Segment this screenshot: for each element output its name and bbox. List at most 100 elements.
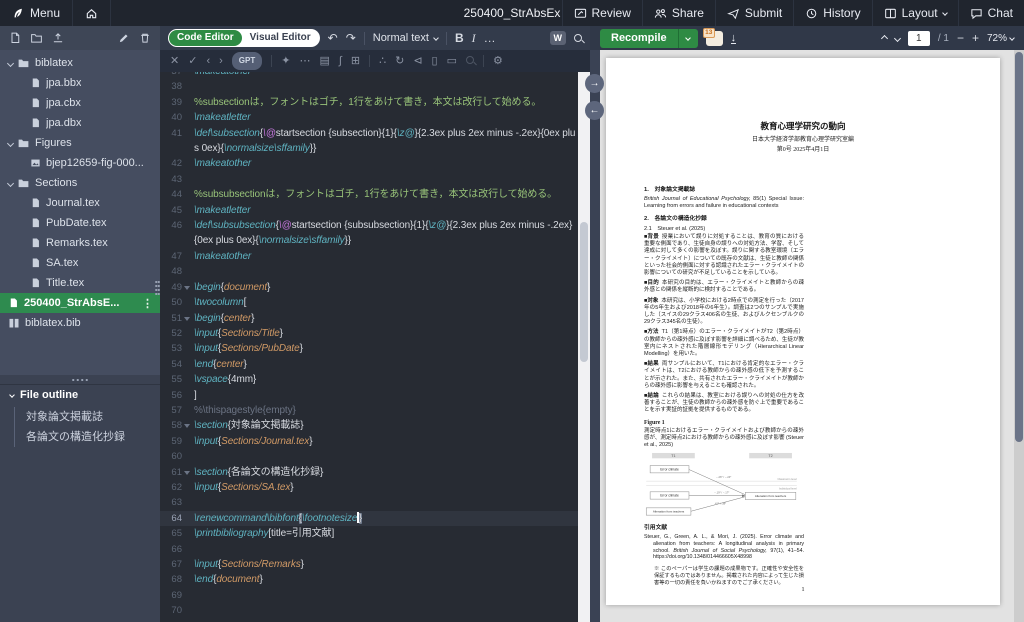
molecule-icon[interactable]: ∴ bbox=[379, 55, 386, 67]
tree-file[interactable]: jpa.bbx bbox=[0, 73, 160, 93]
zoom-out-button[interactable]: − bbox=[957, 32, 964, 44]
history-button[interactable]: History bbox=[793, 0, 871, 26]
code-line[interactable]: 62 \input{Sections/SA.tex} bbox=[160, 480, 578, 495]
code-line[interactable]: 59 \input{Sections/Journal.tex} bbox=[160, 434, 578, 449]
next-suggestion-icon[interactable]: › bbox=[219, 55, 223, 67]
more-tools-button[interactable]: … bbox=[484, 32, 496, 44]
code-line[interactable]: 48 bbox=[160, 264, 578, 279]
editor-scrollbar[interactable] bbox=[578, 72, 590, 622]
tree-file[interactable]: PubDate.tex bbox=[0, 213, 160, 233]
next-page-icon[interactable] bbox=[893, 34, 901, 42]
code-line[interactable]: 44 %subsubsectionは，フォントはゴチ，1行をあけて書き，本文は改行… bbox=[160, 187, 578, 202]
delete-trash-icon[interactable] bbox=[139, 32, 151, 44]
new-file-icon[interactable] bbox=[9, 32, 21, 44]
writefull-icon[interactable]: W bbox=[549, 31, 566, 45]
submit-button[interactable]: Submit bbox=[714, 0, 793, 26]
bold-button[interactable]: B bbox=[455, 32, 464, 44]
tree-file[interactable]: bjep12659-fig-000... bbox=[0, 153, 160, 173]
settings-gear-icon[interactable]: ⚙ bbox=[493, 55, 503, 67]
tree-file[interactable]: jpa.dbx bbox=[0, 113, 160, 133]
gpt-badge[interactable]: GPT bbox=[231, 52, 263, 70]
tree-folder[interactable]: Sections bbox=[0, 173, 160, 193]
code-line[interactable]: 68 \end{document} bbox=[160, 572, 578, 587]
code-line[interactable]: 52 \input{Sections/Title} bbox=[160, 326, 578, 341]
code-area[interactable]: 37 \makeatother 38 39 %subsectionは，フォントはゴチ，1… bbox=[160, 72, 578, 622]
code-line[interactable]: 69 bbox=[160, 588, 578, 603]
pane-divider[interactable] bbox=[590, 50, 600, 622]
page-number-input[interactable]: 1 bbox=[907, 30, 930, 46]
tree-file[interactable]: SA.tex bbox=[0, 253, 160, 273]
code-line[interactable]: 43 bbox=[160, 172, 578, 187]
code-line[interactable]: 41 \def\subsection{\@startsection {subsec… bbox=[160, 126, 578, 157]
previous-page-icon[interactable] bbox=[880, 34, 888, 42]
kebab-menu-icon[interactable]: ⋮ bbox=[139, 297, 156, 310]
document-icon[interactable]: ▭ bbox=[447, 55, 457, 67]
code-line[interactable]: 37 \makeatother bbox=[160, 72, 578, 79]
upload-icon[interactable] bbox=[52, 32, 64, 44]
code-line[interactable]: 67 \input{Sections/Remarks} bbox=[160, 557, 578, 572]
tree-file[interactable]: 250400_StrAbsE... ⋮ bbox=[0, 293, 160, 313]
dots-menu-icon[interactable]: ⋯ bbox=[299, 55, 310, 67]
code-line[interactable]: 70 bbox=[160, 603, 578, 618]
close-icon[interactable]: ✕ bbox=[170, 55, 179, 67]
code-line[interactable]: 53 \input{Sections/PubDate} bbox=[160, 341, 578, 356]
math-integral-icon[interactable]: ∫ bbox=[339, 55, 342, 67]
code-line[interactable]: 46 \def\subsubsection{\@startsection {sub… bbox=[160, 218, 578, 249]
tree-file[interactable]: Journal.tex bbox=[0, 193, 160, 213]
note-icon[interactable]: ▤ bbox=[319, 55, 329, 67]
home-button[interactable] bbox=[73, 0, 112, 26]
prev-suggestion-icon[interactable]: ‹ bbox=[206, 55, 210, 67]
code-line[interactable]: 42 \makeatother bbox=[160, 156, 578, 171]
code-line[interactable]: 57 %\thispagestyle{empty} bbox=[160, 403, 578, 418]
visual-editor-tab[interactable]: Visual Editor bbox=[242, 30, 319, 46]
code-line[interactable]: 54 \end{center} bbox=[160, 357, 578, 372]
pdf-scrollbar-thumb[interactable] bbox=[1015, 52, 1023, 442]
zoom-level-select[interactable]: 72% bbox=[987, 33, 1015, 44]
download-pdf-icon[interactable]: ↓ bbox=[730, 32, 737, 44]
code-line[interactable]: 61 \section{各論文の構造化抄録} bbox=[160, 465, 578, 480]
tree-folder[interactable]: biblatex bbox=[0, 53, 160, 73]
outline-item[interactable]: 対象論文掲載誌 bbox=[26, 407, 160, 427]
sync-icon[interactable]: ↻ bbox=[395, 55, 404, 67]
outline-item[interactable]: 各論文の構造化抄録 bbox=[26, 427, 160, 447]
accept-check-icon[interactable]: ✓ bbox=[188, 55, 197, 67]
tree-folder[interactable]: Figures bbox=[0, 133, 160, 153]
chat-button[interactable]: Chat bbox=[957, 0, 1024, 26]
editor-scrollbar-thumb[interactable] bbox=[580, 222, 588, 362]
fold-arrow-icon[interactable] bbox=[182, 311, 192, 326]
sparkle-ai-icon[interactable]: ✦ bbox=[281, 55, 290, 67]
clipboard-icon[interactable]: ▯ bbox=[432, 55, 438, 67]
expand-editor-button[interactable]: ← bbox=[585, 101, 604, 120]
search-icon[interactable] bbox=[466, 55, 474, 67]
code-line[interactable]: 56] bbox=[160, 388, 578, 403]
code-editor-tab[interactable]: Code Editor bbox=[169, 30, 242, 46]
code-line[interactable]: 64 \renewcommand\bibfont{\footnotesize} bbox=[160, 510, 578, 527]
expand-pdf-button[interactable]: → bbox=[585, 74, 604, 93]
pdf-scrollbar[interactable] bbox=[1014, 50, 1024, 622]
code-line[interactable]: 63 bbox=[160, 495, 578, 510]
recompile-dropdown[interactable] bbox=[677, 28, 698, 48]
fold-arrow-icon[interactable] bbox=[182, 465, 192, 480]
table-icon[interactable]: ⊞ bbox=[351, 55, 360, 67]
zoom-in-button[interactable]: + bbox=[972, 32, 979, 44]
code-line[interactable]: 51 \begin{center} bbox=[160, 311, 578, 326]
tree-file[interactable]: Title.tex bbox=[0, 273, 160, 293]
code-line[interactable]: 55 \vspace{4mm} bbox=[160, 372, 578, 387]
search-icon[interactable] bbox=[574, 32, 582, 44]
fold-arrow-icon[interactable] bbox=[182, 418, 192, 433]
italic-button[interactable]: I bbox=[472, 32, 476, 44]
tree-file[interactable]: Remarks.tex bbox=[0, 233, 160, 253]
outline-resize-handle[interactable] bbox=[71, 378, 89, 382]
code-line[interactable]: 49 \begin{document} bbox=[160, 280, 578, 295]
code-line[interactable]: 39 %subsectionは，フォントはゴチ，1行をあけて書き，本文は改行して始… bbox=[160, 95, 578, 110]
new-folder-icon[interactable] bbox=[30, 32, 43, 44]
code-line[interactable]: 60 bbox=[160, 449, 578, 464]
paragraph-style-select[interactable]: Normal text bbox=[373, 32, 439, 44]
code-line[interactable]: 65 \printbibliography[title=引用文献] bbox=[160, 526, 578, 541]
tree-file[interactable]: biblatex.bib bbox=[0, 313, 160, 333]
code-line[interactable]: 47 \makeatother bbox=[160, 249, 578, 264]
code-line[interactable]: 38 bbox=[160, 79, 578, 94]
code-line[interactable]: 66 bbox=[160, 542, 578, 557]
redo-icon[interactable]: ↷ bbox=[346, 32, 356, 44]
code-line[interactable]: 58 \section{対象論文掲載誌} bbox=[160, 418, 578, 433]
